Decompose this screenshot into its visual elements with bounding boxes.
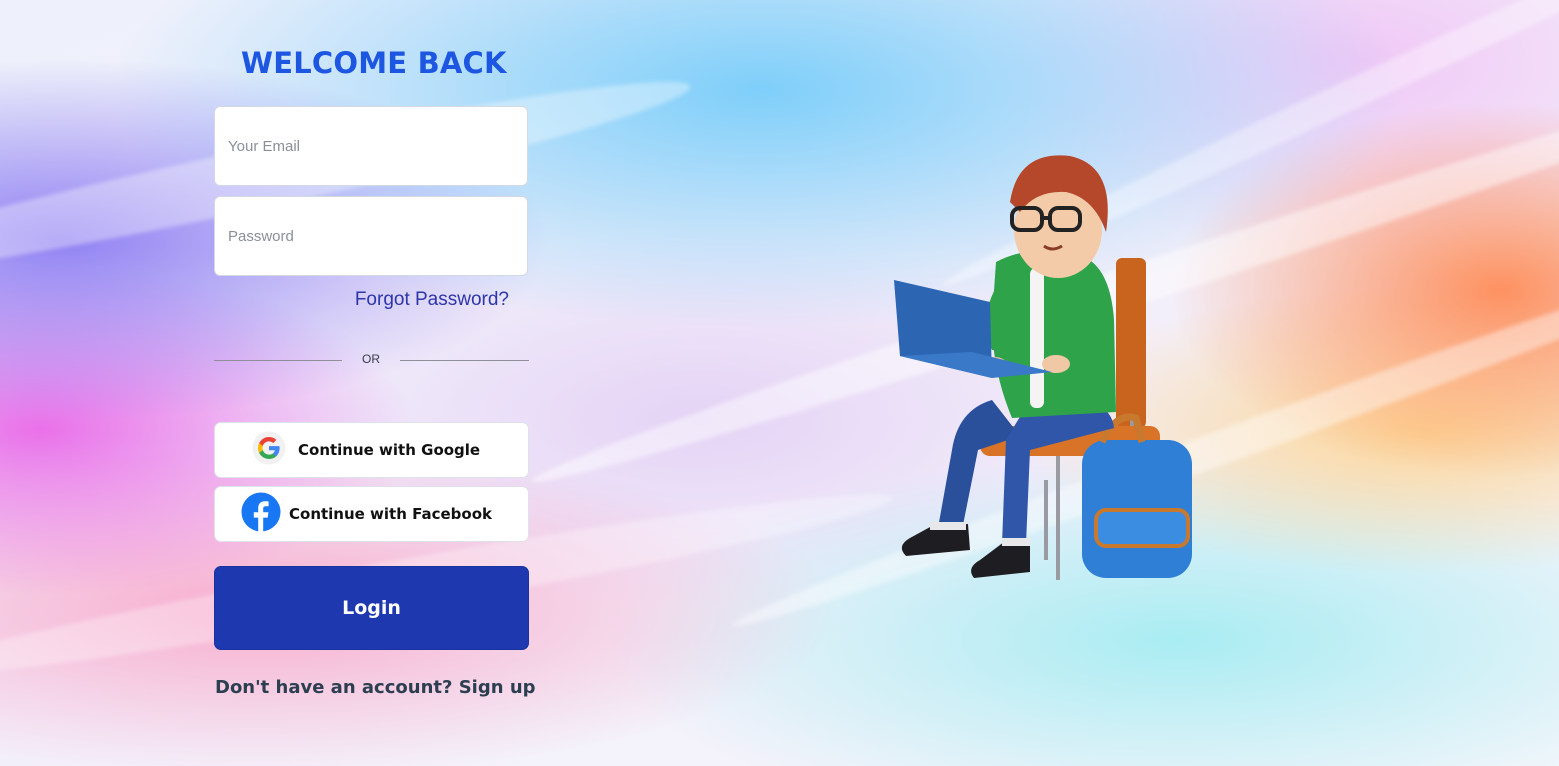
login-button[interactable]: Login xyxy=(214,566,529,650)
email-input[interactable] xyxy=(214,106,528,186)
google-logo-icon xyxy=(252,431,286,469)
divider-line-right xyxy=(400,360,529,361)
student-with-laptop-illustration xyxy=(880,150,1200,590)
or-divider: OR xyxy=(214,352,529,368)
continue-with-google-button[interactable]: Continue with Google xyxy=(214,422,529,478)
or-label: OR xyxy=(362,352,380,366)
forgot-password-link[interactable]: Forgot Password? xyxy=(355,289,509,311)
continue-with-facebook-button[interactable]: Continue with Facebook xyxy=(214,486,529,542)
facebook-logo-icon xyxy=(241,492,281,536)
signup-prompt: Don't have an account? Sign up xyxy=(215,677,536,698)
page-title: WELCOME BACK xyxy=(241,46,507,80)
divider-line-left xyxy=(214,360,342,361)
password-input[interactable] xyxy=(214,196,528,276)
google-button-label: Continue with Google xyxy=(298,441,481,459)
signup-prompt-text: Don't have an account? xyxy=(215,677,453,698)
signup-link[interactable]: Sign up xyxy=(459,677,536,698)
facebook-button-label: Continue with Facebook xyxy=(289,505,493,523)
